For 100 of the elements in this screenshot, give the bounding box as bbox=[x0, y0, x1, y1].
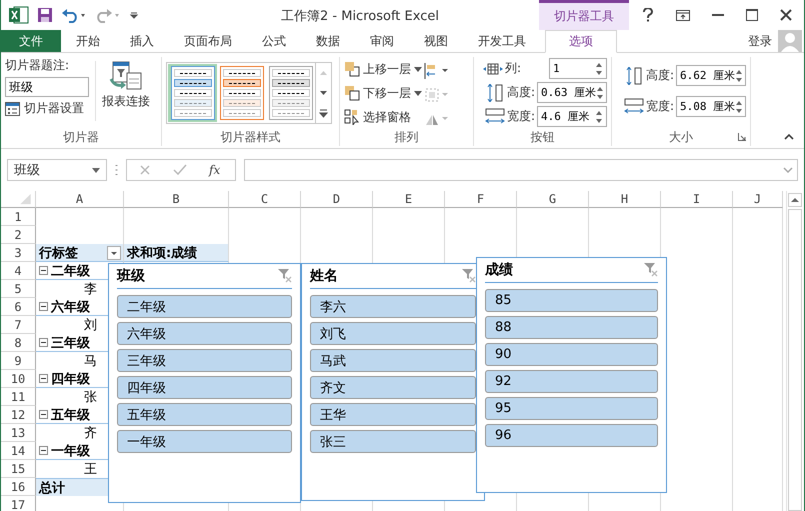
row-header[interactable]: 10 bbox=[1, 370, 36, 388]
ribbon-tab[interactable]: 数据 bbox=[301, 30, 355, 52]
excel-logo-icon[interactable] bbox=[9, 6, 29, 24]
spin-arrows-icon[interactable] bbox=[595, 108, 603, 124]
slicer-settings-button[interactable]: 切片器设置 bbox=[5, 100, 89, 117]
help-icon[interactable] bbox=[642, 8, 654, 22]
slicer-style-swatch[interactable] bbox=[217, 64, 266, 122]
sign-in-link[interactable]: 登录 bbox=[748, 33, 772, 50]
column-header[interactable]: H bbox=[589, 191, 661, 208]
ribbon-display-icon[interactable] bbox=[676, 10, 690, 20]
row-header[interactable]: 7 bbox=[1, 316, 36, 334]
slicer-item[interactable]: 二年级 bbox=[117, 295, 292, 318]
slicer-item[interactable]: 王华 bbox=[310, 403, 476, 426]
slicer-item[interactable]: 96 bbox=[485, 424, 658, 447]
clear-filter-icon[interactable] bbox=[278, 269, 292, 283]
column-header[interactable]: F bbox=[445, 191, 517, 208]
ribbon-tab[interactable]: 审阅 bbox=[355, 30, 409, 52]
button-width-spinner[interactable]: 4.6 厘米 bbox=[537, 106, 607, 127]
maximize-icon[interactable] bbox=[746, 9, 758, 21]
slicer-panel[interactable]: 成绩 85 88 90 92 95 96 bbox=[476, 257, 667, 493]
collapse-icon[interactable] bbox=[39, 338, 48, 347]
row-header[interactable]: 11 bbox=[1, 388, 36, 406]
ribbon-tab[interactable]: 页面布局 bbox=[169, 30, 247, 52]
formula-input[interactable] bbox=[244, 159, 798, 181]
report-connections-button[interactable]: 报表连接 bbox=[95, 61, 150, 121]
button-height-spinner[interactable]: 0.63 厘米 bbox=[537, 82, 607, 103]
slicer-item[interactable]: 一年级 bbox=[117, 430, 292, 453]
filter-dropdown-icon[interactable] bbox=[107, 246, 121, 260]
row-header[interactable]: 12 bbox=[1, 406, 36, 424]
row-header[interactable]: 13 bbox=[1, 424, 36, 442]
slicer-width-spinner[interactable]: 5.08 厘米 bbox=[676, 96, 746, 117]
slicer-item[interactable]: 95 bbox=[485, 397, 658, 420]
slicer-item[interactable]: 90 bbox=[485, 343, 658, 366]
collapse-icon[interactable] bbox=[39, 302, 48, 311]
slicer-item[interactable]: 马武 bbox=[310, 349, 476, 372]
ribbon-tab[interactable]: 开始 bbox=[61, 30, 115, 52]
scrollbar-thumb[interactable] bbox=[788, 209, 802, 511]
slicer-item[interactable]: 85 bbox=[485, 289, 658, 312]
row-header[interactable]: 9 bbox=[1, 352, 36, 370]
row-header[interactable]: 4 bbox=[1, 262, 36, 280]
slicer-style-swatch[interactable] bbox=[168, 64, 217, 122]
slicer-height-spinner[interactable]: 6.62 厘米 bbox=[676, 65, 746, 86]
row-header[interactable]: 1 bbox=[1, 208, 36, 226]
close-icon[interactable] bbox=[780, 9, 792, 21]
row-header[interactable]: 15 bbox=[1, 460, 36, 478]
column-header[interactable]: A bbox=[36, 191, 124, 208]
ribbon-tab[interactable]: 开发工具 bbox=[463, 30, 541, 52]
ribbon-tab[interactable]: 文件 bbox=[1, 30, 61, 52]
send-backward-button[interactable]: 下移一层 bbox=[344, 83, 422, 103]
clear-filter-icon[interactable] bbox=[462, 269, 476, 283]
spin-arrows-icon[interactable] bbox=[735, 68, 744, 84]
slicer-item[interactable]: 88 bbox=[485, 316, 658, 339]
customize-toolbar-icon[interactable] bbox=[129, 10, 139, 20]
selection-pane-button[interactable]: 选择窗格 bbox=[344, 107, 422, 127]
caption-field[interactable]: 班级 bbox=[5, 77, 89, 97]
slicer-panel[interactable]: 姓名 李六 刘飞 马武 齐文 王华 张三 bbox=[301, 263, 485, 501]
undo-icon[interactable] bbox=[61, 7, 87, 23]
row-header[interactable]: 14 bbox=[1, 442, 36, 460]
column-header[interactable]: E bbox=[373, 191, 445, 208]
slicer-style-swatch[interactable] bbox=[266, 64, 315, 122]
spin-arrows-icon[interactable] bbox=[595, 60, 603, 76]
columns-spinner[interactable]: 1 bbox=[549, 58, 607, 79]
slicer-item[interactable]: 五年级 bbox=[117, 403, 292, 426]
scroll-up-icon[interactable] bbox=[788, 193, 802, 207]
ribbon-tab[interactable]: 公式 bbox=[247, 30, 301, 52]
bring-forward-button[interactable]: 上移一层 bbox=[344, 59, 422, 79]
slicer-item[interactable]: 李六 bbox=[310, 295, 476, 318]
ribbon-tab[interactable]: 视图 bbox=[409, 30, 463, 52]
slicer-item[interactable]: 刘飞 bbox=[310, 322, 476, 345]
row-header[interactable]: 2 bbox=[1, 226, 36, 244]
column-header[interactable]: D bbox=[301, 191, 373, 208]
collapse-icon[interactable] bbox=[39, 374, 48, 383]
collapse-icon[interactable] bbox=[39, 446, 48, 455]
insert-function-button[interactable]: fx bbox=[209, 163, 220, 177]
collapse-ribbon-icon[interactable] bbox=[784, 134, 794, 140]
row-header[interactable]: 17 bbox=[1, 496, 36, 511]
slicer-item[interactable]: 92 bbox=[485, 370, 658, 393]
ribbon-tab[interactable]: 选项 bbox=[545, 30, 617, 53]
ribbon-tab[interactable]: 插入 bbox=[115, 30, 169, 52]
slicer-item[interactable]: 四年级 bbox=[117, 376, 292, 399]
slicer-item[interactable]: 六年级 bbox=[117, 322, 292, 345]
column-header[interactable]: B bbox=[124, 191, 229, 208]
clear-filter-icon[interactable] bbox=[644, 263, 658, 277]
column-header[interactable]: G bbox=[517, 191, 589, 208]
row-header[interactable]: 8 bbox=[1, 334, 36, 352]
spin-arrows-icon[interactable] bbox=[735, 98, 744, 114]
column-header[interactable]: I bbox=[661, 191, 733, 208]
align-button[interactable] bbox=[424, 61, 450, 81]
column-header[interactable]: J bbox=[733, 191, 783, 208]
name-box[interactable]: 班级 bbox=[7, 159, 107, 181]
column-header[interactable]: C bbox=[229, 191, 301, 208]
collapse-icon[interactable] bbox=[39, 266, 48, 275]
slicer-item[interactable]: 三年级 bbox=[117, 349, 292, 372]
slicer-panel[interactable]: 班级 二年级 六年级 三年级 四年级 五年级 一年级 bbox=[108, 263, 301, 503]
collapse-icon[interactable] bbox=[39, 410, 48, 419]
slicer-item[interactable]: 齐文 bbox=[310, 376, 476, 399]
row-header[interactable]: 5 bbox=[1, 280, 36, 298]
slicer-item[interactable]: 张三 bbox=[310, 430, 476, 453]
row-header[interactable]: 6 bbox=[1, 298, 36, 316]
save-icon[interactable] bbox=[37, 7, 53, 23]
